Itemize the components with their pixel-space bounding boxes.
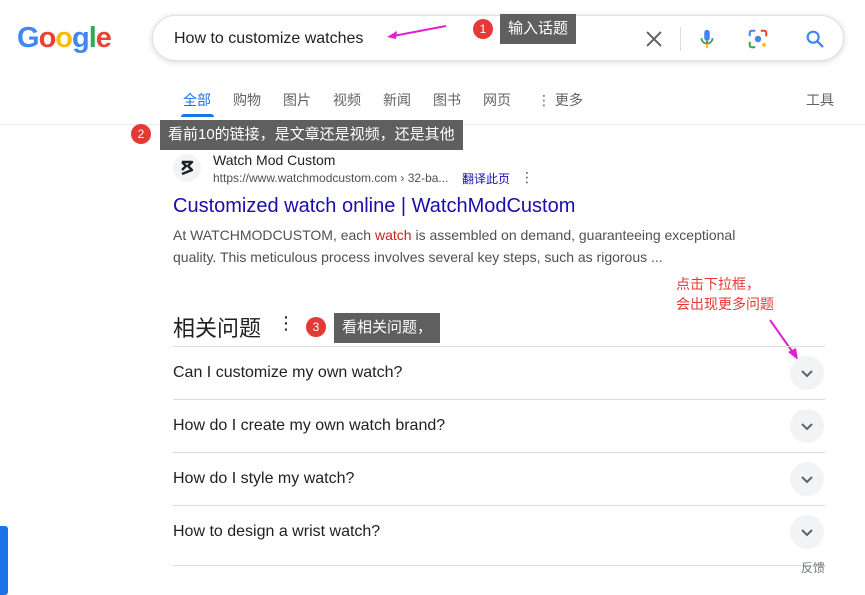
chevron-down-icon [801, 476, 813, 484]
paa-divider [173, 346, 825, 347]
annotation-badge-3: 3 [306, 317, 326, 337]
logo-letter: o [55, 22, 73, 54]
tools-button[interactable]: 工具 [806, 90, 834, 110]
paa-question[interactable]: Can I customize my own watch? [173, 364, 402, 382]
annotation-badge-2: 2 [131, 124, 151, 144]
site-favicon[interactable] [173, 154, 201, 182]
tab-images[interactable]: 图片 [283, 90, 311, 110]
expand-question-button[interactable] [790, 462, 824, 496]
logo-letter: e [95, 22, 112, 54]
close-icon[interactable] [643, 28, 665, 50]
result-site-name[interactable]: Watch Mod Custom [213, 152, 335, 168]
snippet-highlight: watch [374, 227, 412, 243]
tab-web[interactable]: 网页 [483, 90, 511, 110]
annotation-callout-3: 看相关问题， [334, 313, 441, 343]
paa-divider [173, 399, 825, 400]
side-panel-tab[interactable] [0, 526, 8, 595]
logo-letter: g [72, 22, 90, 54]
chevron-down-icon [801, 423, 813, 431]
logo-letter: G [17, 22, 40, 54]
tab-more[interactable]: ⋮ 更多 [537, 90, 583, 110]
translate-link[interactable]: 翻译此页 [462, 170, 510, 187]
result-menu-icon[interactable]: ⋮ [520, 169, 534, 186]
google-lens-icon[interactable] [747, 28, 769, 50]
tab-all[interactable]: 全部 [183, 90, 211, 110]
chevron-down-icon [801, 370, 813, 378]
paa-menu-icon[interactable]: ⋮ [277, 313, 295, 334]
snippet-text: At WATCHMODCUSTOM, each [173, 227, 375, 243]
red-note-line-1: 点击下拉框， [676, 276, 760, 292]
search-divider [680, 27, 681, 51]
paa-question[interactable]: How to design a wrist watch? [173, 523, 380, 541]
annotation-callout-2: 看前10的链接，是文章还是视频，还是其他 [160, 120, 463, 150]
tab-news[interactable]: 新闻 [383, 90, 411, 110]
red-note-line-2: 会出现更多问题 [676, 296, 774, 312]
logo-letter: l [88, 22, 97, 54]
tab-books[interactable]: 图书 [433, 90, 461, 110]
active-tab-indicator [181, 114, 214, 117]
watchmod-logo-icon [181, 160, 194, 176]
paa-question[interactable]: How do I style my watch? [173, 470, 354, 488]
search-input[interactable]: How to customize watches [174, 30, 363, 48]
expand-question-button[interactable] [790, 409, 824, 443]
feedback-link[interactable]: 反馈 [801, 559, 825, 576]
paa-divider [173, 505, 825, 506]
related-questions-title: 相关问题 [173, 316, 262, 341]
paa-question[interactable]: How do I create my own watch brand? [173, 417, 445, 435]
expand-question-button[interactable] [790, 356, 824, 390]
microphone-icon[interactable] [696, 27, 718, 51]
paa-divider [173, 452, 825, 453]
google-logo[interactable]: Google [17, 22, 112, 55]
chevron-down-icon [801, 529, 813, 537]
expand-question-button[interactable] [790, 515, 824, 549]
paa-divider [173, 565, 825, 566]
logo-letter: o [38, 22, 57, 54]
search-box[interactable]: How to customize watches [152, 15, 844, 61]
search-icon[interactable] [804, 28, 826, 50]
tab-videos[interactable]: 视频 [333, 90, 361, 110]
result-snippet: At WATCHMODCUSTOM, each watch is assembl… [173, 224, 773, 268]
annotation-callout-1: 输入话题 [500, 14, 577, 44]
tab-shopping[interactable]: 购物 [233, 90, 261, 110]
result-url[interactable]: https://www.watchmodcustom.com › 32-ba..… [213, 171, 448, 185]
result-title-link[interactable]: Customized watch online | WatchModCustom [173, 195, 575, 218]
annotation-arrow-icon [387, 25, 447, 39]
annotation-badge-1: 1 [473, 19, 493, 39]
